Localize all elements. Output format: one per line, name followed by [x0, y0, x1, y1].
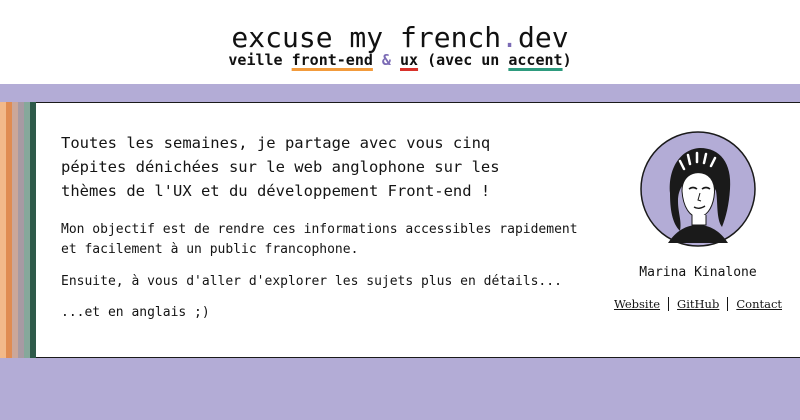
intro-card: Toutes les semaines, je partage avec vou…	[36, 102, 800, 358]
author-name: Marina Kinalone	[639, 265, 757, 280]
author-avatar	[640, 131, 756, 247]
tagline-middle: (avec un	[418, 51, 509, 69]
header-band	[0, 84, 800, 102]
tagline-ampersand: &	[372, 51, 400, 69]
site-header: excuse my french.dev veille front-end & …	[0, 0, 800, 84]
link-separator	[727, 297, 729, 311]
website-link[interactable]: Website	[614, 297, 660, 311]
link-separator	[668, 297, 670, 311]
tagline-front-end: front-end	[291, 51, 373, 69]
tagline: veille front-end & ux (avec un accent)	[0, 50, 800, 70]
objective-paragraph: Mon objectif est de rendre ces informati…	[61, 222, 578, 257]
tagline-prefix: veille	[228, 51, 292, 69]
contact-link[interactable]: Contact	[736, 297, 782, 311]
explore-paragraph: Ensuite, à vous d'aller d'explorer les s…	[61, 274, 562, 289]
english-paragraph: ...et en anglais ;)	[61, 305, 210, 320]
tagline-ux: ux	[400, 51, 419, 69]
github-link[interactable]: GitHub	[677, 297, 719, 311]
intro-text: Toutes les semaines, je partage avec vou…	[61, 134, 500, 200]
author-links: Website GitHub Contact	[596, 296, 800, 312]
tagline-suffix: )	[562, 51, 572, 69]
tagline-accent: accent	[508, 51, 563, 69]
color-stripes	[0, 102, 36, 358]
